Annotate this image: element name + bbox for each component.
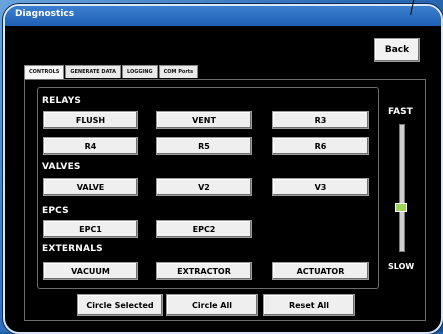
relay-vent-button[interactable]: VENT xyxy=(156,111,252,129)
relay-r3-button[interactable]: R3 xyxy=(272,111,369,129)
epc2-button[interactable]: EPC2 xyxy=(156,220,252,238)
window-title: Diagnostics xyxy=(15,9,75,19)
speed-slider-thumb[interactable] xyxy=(395,203,407,212)
speed-fast-label: FAST xyxy=(388,107,413,117)
relay-flush-button[interactable]: FLUSH xyxy=(43,111,138,129)
circle-all-button[interactable]: Circle All xyxy=(166,294,258,316)
external-actuator-button[interactable]: ACTUATOR xyxy=(272,262,369,280)
tab-logging[interactable]: LOGGING xyxy=(121,65,158,78)
section-label-externals: EXTERNALS xyxy=(42,244,103,254)
external-vacuum-button[interactable]: VACUUM xyxy=(43,262,138,280)
tab-controls[interactable]: CONTROLS xyxy=(24,65,65,79)
circle-selected-button[interactable]: Circle Selected xyxy=(77,294,163,316)
valve-valve-button[interactable]: VALVE xyxy=(43,178,138,196)
title-bar: Diagnostics xyxy=(5,6,441,26)
valve-v2-button[interactable]: V2 xyxy=(156,178,252,196)
tab-generate-data[interactable]: GENERATE DATA xyxy=(65,65,121,78)
speed-slider-track[interactable] xyxy=(399,124,405,252)
relay-r6-button[interactable]: R6 xyxy=(272,137,369,155)
section-label-relays: RELAYS xyxy=(42,96,82,106)
reset-all-button[interactable]: Reset All xyxy=(263,294,355,316)
section-label-valves: VALVES xyxy=(42,162,81,172)
tab-strip: CONTROLS GENERATE DATA LOGGING COM Ports xyxy=(24,65,199,79)
speed-slow-label: SLOW xyxy=(388,262,415,271)
back-button[interactable]: Back xyxy=(374,38,420,62)
epc1-button[interactable]: EPC1 xyxy=(43,220,138,238)
tab-com-ports[interactable]: COM Ports xyxy=(158,65,199,78)
relay-r4-button[interactable]: R4 xyxy=(43,137,138,155)
external-extractor-button[interactable]: EXTRACTOR xyxy=(156,262,252,280)
valve-v3-button[interactable]: V3 xyxy=(272,178,369,196)
section-label-epcs: EPCS xyxy=(42,206,69,216)
relay-r5-button[interactable]: R5 xyxy=(156,137,252,155)
